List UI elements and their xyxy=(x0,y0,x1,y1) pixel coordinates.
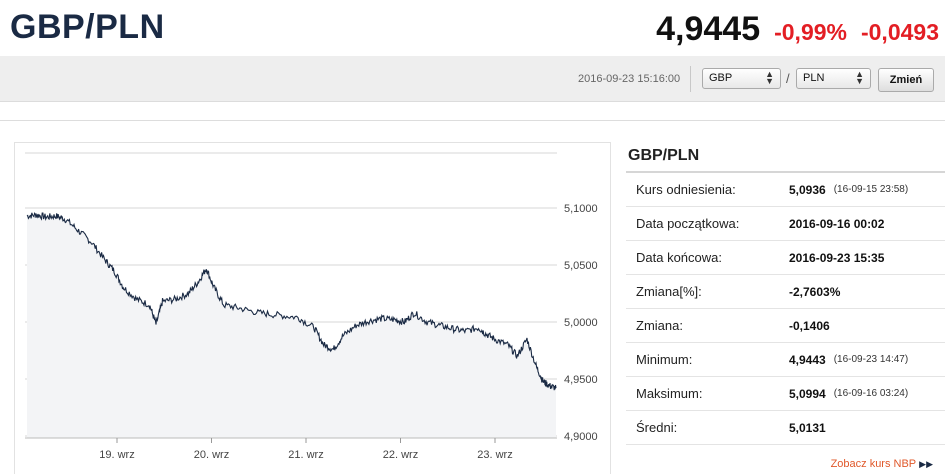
quote-summary: 4,9445 -0,99% -0,0493 xyxy=(656,10,939,49)
change-percent: -0,99% xyxy=(774,19,847,45)
nbp-link-text: Zobacz kurs NBP xyxy=(830,458,917,470)
info-row: Data końcowa: 2016-09-23 15:35 xyxy=(626,241,945,275)
info-row: Kurs odniesienia: 5,0936 (16-09-15 23:58) xyxy=(626,173,945,207)
change-button[interactable]: Zmień xyxy=(878,68,934,92)
info-label: Kurs odniesienia: xyxy=(636,182,736,197)
x-tick-label: 20. wrz xyxy=(194,449,229,461)
info-label: Data końcowa: xyxy=(636,250,722,265)
info-date: (16-09-16 03:24) xyxy=(833,388,909,399)
nbp-rate-link[interactable]: Zobacz kurs NBP ▶▶ xyxy=(831,458,933,470)
info-label: Minimum: xyxy=(636,352,693,367)
currency-separator: / xyxy=(786,71,790,86)
info-value: -2,7603% xyxy=(789,284,841,299)
y-tick-label: 4,9000 xyxy=(564,431,598,443)
info-title: GBP/PLN xyxy=(626,142,945,173)
info-label: Zmiana: xyxy=(636,318,683,333)
info-value: 5,0131 xyxy=(789,420,826,435)
info-date: (16-09-23 14:47) xyxy=(833,354,909,365)
info-value: 5,0994 xyxy=(789,386,826,401)
from-currency-value: GBP xyxy=(709,72,733,84)
info-value: 5,0936 xyxy=(789,182,826,197)
page-title: GBP/PLN xyxy=(10,8,165,46)
info-table: GBP/PLN Kurs odniesienia: 5,0936 (16-09-15… xyxy=(626,142,945,445)
info-row: Minimum: 4,9443 (16-09-23 14:47) xyxy=(626,343,945,377)
x-tick-label: 23. wrz xyxy=(477,449,512,461)
info-row: Maksimum: 5,0994 (16-09-16 03:24) xyxy=(626,377,945,411)
info-label: Zmiana[%]: xyxy=(636,284,702,299)
select-arrows-icon: ▲ ▼ xyxy=(855,69,864,86)
y-tick-label: 5,1000 xyxy=(564,203,598,215)
current-price: 4,9445 xyxy=(656,10,761,48)
change-absolute: -0,0493 xyxy=(860,19,939,45)
info-value: 2016-09-16 00:02 xyxy=(789,216,885,231)
select-arrows-icon: ▲ ▼ xyxy=(765,69,774,86)
y-tick-label: 5,0500 xyxy=(564,260,598,272)
info-rows: Kurs odniesienia: 5,0936 (16-09-15 23:58) D… xyxy=(626,173,945,445)
info-row: Zmiana: -0,1406 xyxy=(626,309,945,343)
to-currency-value: PLN xyxy=(803,72,825,84)
x-tick-label: 21. wrz xyxy=(288,449,323,461)
x-tick-label: 19. wrz xyxy=(99,449,134,461)
info-date: (16-09-15 23:58) xyxy=(833,184,909,195)
to-currency-select[interactable]: PLN ▲ ▼ xyxy=(796,68,871,89)
from-currency-select[interactable]: GBP ▲ ▼ xyxy=(702,68,781,89)
info-value: 2016-09-23 15:35 xyxy=(789,250,885,265)
info-value: 4,9443 xyxy=(789,352,826,367)
info-label: Maksimum: xyxy=(636,386,703,401)
info-label: Średni: xyxy=(636,420,678,435)
price-chart[interactable]: 5,1000 5,0500 5,0000 4,9500 4,9000 19. wrz 20.… xyxy=(14,142,611,474)
info-row: Data początkowa: 2016-09-16 00:02 xyxy=(626,207,945,241)
y-tick-label: 4,9500 xyxy=(564,374,598,386)
last-update-timestamp: 2016-09-23 15:16:00 xyxy=(578,73,681,85)
info-label: Data początkowa: xyxy=(636,216,740,231)
x-tick-label: 22. wrz xyxy=(383,449,418,461)
double-chevron-right-icon: ▶▶ xyxy=(919,459,933,469)
currency-toolbar: 2016-09-23 15:16:00 GBP ▲ ▼ / PLN ▲ ▼ Zmie… xyxy=(0,56,945,102)
y-tick-label: 5,0000 xyxy=(564,317,598,329)
chart-canvas: 5,1000 5,0500 5,0000 4,9500 4,9000 19. wrz 20.… xyxy=(25,152,598,461)
info-row: Średni: 5,0131 xyxy=(626,411,945,445)
info-value: -0,1406 xyxy=(789,318,830,333)
toolbar-divider xyxy=(690,66,691,92)
header-bar: GBP/PLN 4,9445 -0,99% -0,0493 xyxy=(0,0,945,56)
info-row: Zmiana[%]: -2,7603% xyxy=(626,275,945,309)
